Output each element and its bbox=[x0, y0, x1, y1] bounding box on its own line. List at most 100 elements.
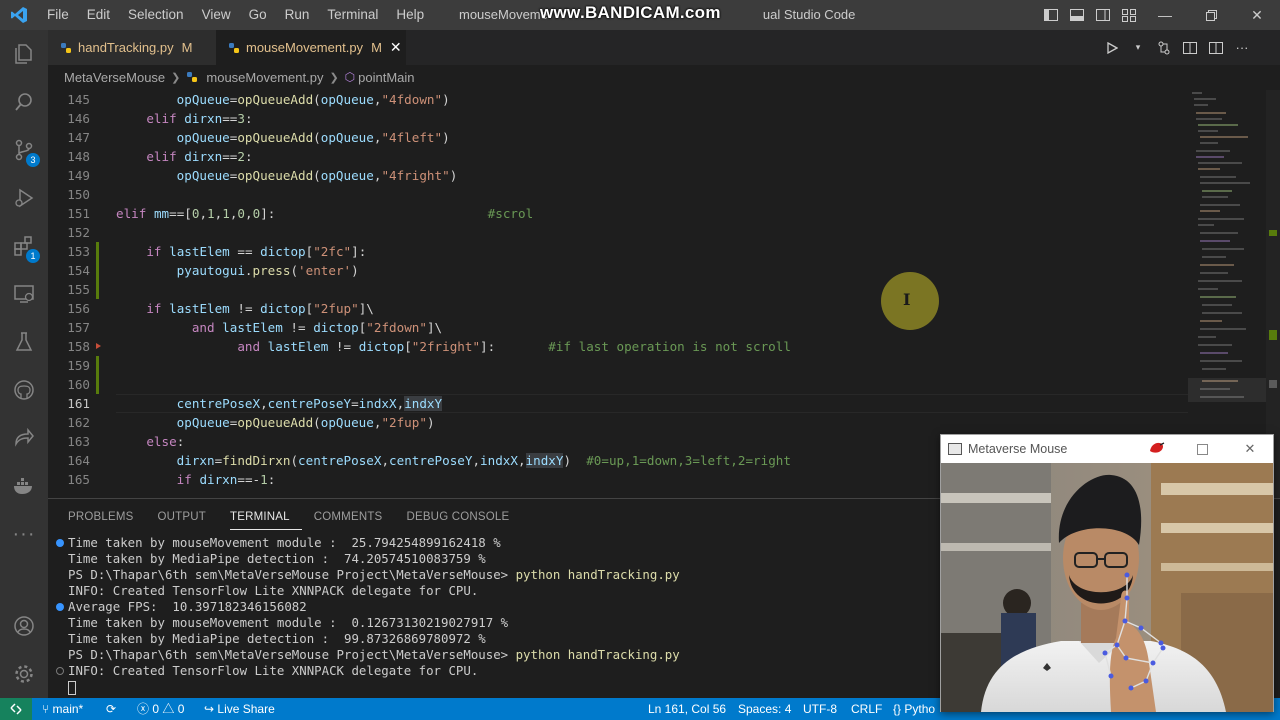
branch-status[interactable]: ⑂ main* bbox=[42, 698, 83, 720]
menu-go[interactable]: Go bbox=[240, 0, 276, 30]
line-number: 162 bbox=[67, 415, 90, 430]
menu-view[interactable]: View bbox=[193, 0, 240, 30]
code-line: 157 and lastElem != dictop["2fdown"]\ bbox=[48, 318, 1188, 337]
line-number: 148 bbox=[67, 149, 90, 164]
menu-selection[interactable]: Selection bbox=[119, 0, 193, 30]
line-number: 154 bbox=[67, 263, 90, 278]
error-icon: ⓧ bbox=[137, 702, 153, 716]
source-control-badge: 3 bbox=[26, 153, 40, 167]
tab-problems[interactable]: PROBLEMS bbox=[68, 507, 146, 530]
webcam-window-title: Metaverse Mouse bbox=[968, 442, 1068, 456]
code-line: 160 bbox=[48, 375, 1188, 394]
github-icon[interactable] bbox=[0, 366, 48, 414]
line-number: 156 bbox=[67, 301, 90, 316]
run-file-icon[interactable] bbox=[1104, 40, 1120, 56]
cursor-position[interactable]: Ln 161, Col 56 bbox=[648, 698, 726, 720]
git-branch-icon: ⑂ bbox=[42, 702, 53, 716]
terminal[interactable]: Time taken by mouseMovement module : 25.… bbox=[52, 535, 932, 695]
editor-actions: ▾ ··· bbox=[1104, 30, 1250, 65]
problems-status[interactable]: ⓧ 0 △ 0 bbox=[137, 698, 184, 720]
terminal-line: Time taken by mouseMovement module : 25.… bbox=[52, 535, 932, 551]
remote-explorer-icon[interactable] bbox=[0, 270, 48, 318]
explorer-icon[interactable] bbox=[0, 30, 48, 78]
tab-mousemovement[interactable]: mouseMovement.py M ✕ bbox=[216, 30, 406, 65]
tab-output[interactable]: OUTPUT bbox=[158, 507, 218, 530]
sync-icon[interactable]: ⟳ bbox=[106, 698, 116, 720]
line-number: 165 bbox=[67, 472, 90, 487]
source-control-icon[interactable]: 3 bbox=[0, 126, 48, 174]
tab-handtracking[interactable]: handTracking.py M bbox=[48, 30, 216, 65]
menu-run[interactable]: Run bbox=[276, 0, 319, 30]
terminal-line: Average FPS: 10.397182346156082 bbox=[52, 599, 932, 615]
chevron-down-icon[interactable]: ▾ bbox=[1130, 40, 1146, 56]
line-number: 152 bbox=[67, 225, 90, 240]
search-icon[interactable] bbox=[0, 78, 48, 126]
code-line: 146 elif dirxn==3: bbox=[48, 109, 1188, 128]
text-cursor-icon: I bbox=[903, 290, 911, 309]
tab-terminal[interactable]: TERMINAL bbox=[230, 507, 302, 530]
preview-icon[interactable] bbox=[1182, 40, 1198, 56]
tab-comments[interactable]: COMMENTS bbox=[314, 507, 395, 530]
restore-button[interactable] bbox=[1188, 0, 1234, 30]
open-changes-icon[interactable] bbox=[1156, 40, 1172, 56]
minimize-button[interactable]: — bbox=[1142, 0, 1188, 30]
line-number: 160 bbox=[67, 377, 90, 392]
menu-terminal[interactable]: Terminal bbox=[318, 0, 387, 30]
encoding[interactable]: UTF-8 bbox=[803, 698, 837, 720]
panel-tabs: PROBLEMS OUTPUT TERMINAL COMMENTS DEBUG … bbox=[68, 507, 533, 530]
code-line: 151 elif mm==[0,1,1,0,0]: #scrol bbox=[48, 204, 1188, 223]
code-line: 150 bbox=[48, 185, 1188, 204]
command-decoration-icon[interactable] bbox=[56, 539, 64, 547]
vscode-logo-icon bbox=[0, 0, 38, 30]
menu-file[interactable]: File bbox=[38, 0, 78, 30]
toggle-secondary-sidebar-icon[interactable] bbox=[1090, 0, 1116, 30]
language-mode[interactable]: {} Pytho bbox=[893, 698, 935, 720]
code-line: 152 bbox=[48, 223, 1188, 242]
breadcrumb-symbol[interactable]: pointMain bbox=[358, 70, 414, 85]
manage-gear-icon[interactable] bbox=[0, 650, 48, 698]
line-number: 158 bbox=[67, 339, 90, 354]
more-actions-icon[interactable]: ··· bbox=[1234, 40, 1250, 56]
menu-bar: File Edit Selection View Go Run Terminal… bbox=[38, 0, 433, 30]
webcam-close-button[interactable]: ✕ bbox=[1227, 435, 1273, 463]
live-share-icon[interactable] bbox=[0, 414, 48, 462]
accounts-icon[interactable] bbox=[0, 602, 48, 650]
toggle-sidebar-icon[interactable] bbox=[1038, 0, 1064, 30]
terminal-cursor bbox=[68, 680, 76, 695]
warning-icon: △ bbox=[159, 702, 178, 716]
more-icon[interactable]: ··· bbox=[0, 510, 48, 558]
menu-help[interactable]: Help bbox=[387, 0, 433, 30]
end-of-line[interactable]: CRLF bbox=[851, 698, 882, 720]
line-number: 161 bbox=[67, 396, 90, 411]
live-share-icon: ↪ bbox=[204, 702, 218, 716]
function-symbol-icon: ⬡ bbox=[344, 70, 356, 84]
indentation[interactable]: Spaces: 4 bbox=[738, 698, 791, 720]
toggle-panel-icon[interactable] bbox=[1064, 0, 1090, 30]
chevron-right-icon: ❯ bbox=[171, 71, 181, 84]
live-share-status[interactable]: ↪ Live Share bbox=[204, 698, 275, 720]
remote-indicator-icon[interactable] bbox=[0, 698, 32, 720]
tab-label: mouseMovement.py bbox=[246, 40, 364, 55]
command-decoration-icon[interactable] bbox=[56, 603, 64, 611]
breadcrumb: MetaVerseMouse ❯ mouseMovement.py ❯ ⬡ po… bbox=[64, 66, 415, 88]
close-tab-icon[interactable]: ✕ bbox=[390, 39, 402, 56]
tab-debug-console[interactable]: DEBUG CONSOLE bbox=[406, 507, 521, 530]
extensions-icon[interactable]: 1 bbox=[0, 222, 48, 270]
webcam-maximize-button[interactable] bbox=[1179, 435, 1225, 463]
breadcrumb-file[interactable]: mouseMovement.py bbox=[206, 70, 323, 85]
customize-layout-icon[interactable] bbox=[1116, 0, 1142, 30]
app-window-icon bbox=[948, 443, 962, 455]
command-decoration-icon[interactable] bbox=[56, 667, 64, 675]
red-bird-icon bbox=[1147, 439, 1165, 460]
menu-edit[interactable]: Edit bbox=[78, 0, 119, 30]
breadcrumb-folder[interactable]: MetaVerseMouse bbox=[64, 70, 165, 85]
run-debug-icon[interactable] bbox=[0, 174, 48, 222]
docker-icon[interactable] bbox=[0, 462, 48, 510]
webcam-window[interactable]: Metaverse Mouse ✕ bbox=[940, 434, 1274, 712]
webcam-title-bar[interactable]: Metaverse Mouse ✕ bbox=[941, 435, 1273, 463]
code-line: 147 opQueue=opQueueAdd(opQueue,"4fleft") bbox=[48, 128, 1188, 147]
line-number: 157 bbox=[67, 320, 90, 335]
split-editor-icon[interactable] bbox=[1208, 40, 1224, 56]
close-window-button[interactable]: ✕ bbox=[1234, 0, 1280, 30]
testing-icon[interactable] bbox=[0, 318, 48, 366]
